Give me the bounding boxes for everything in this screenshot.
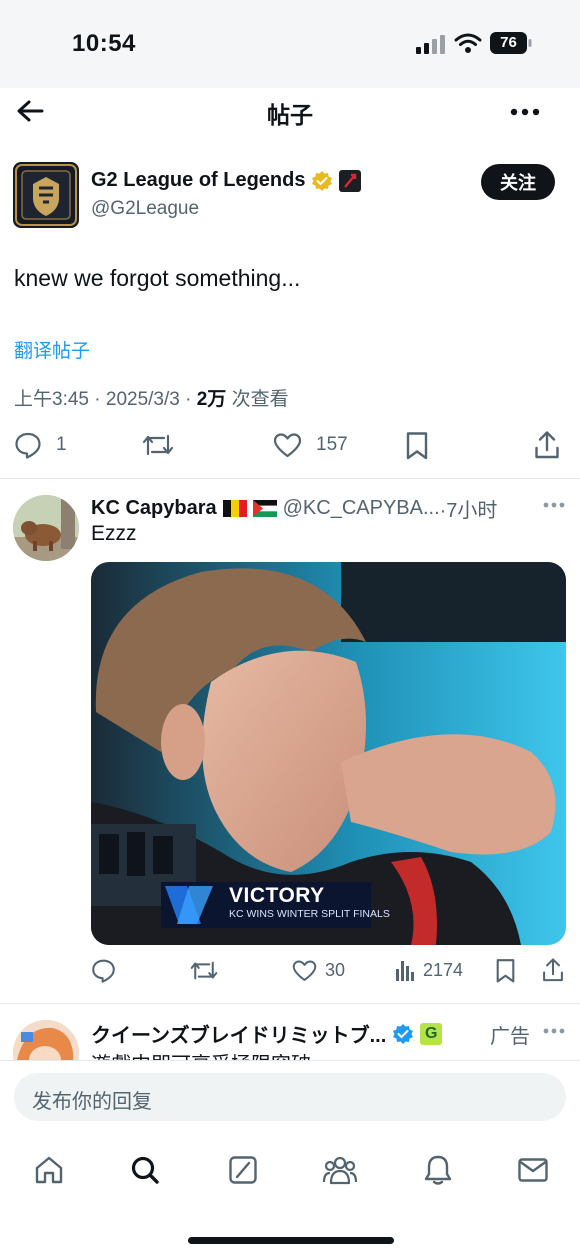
page-title: 帖子 (267, 102, 313, 128)
reply-comment-button[interactable] (91, 958, 116, 983)
divider (0, 478, 580, 479)
reply-icon (14, 431, 42, 459)
reply-repost-button[interactable] (190, 959, 218, 982)
more-options-icon[interactable] (508, 100, 542, 124)
ad-label: 广告 (490, 1026, 530, 1048)
ad-author-name[interactable]: クイーンズブレイドリミットブ... (91, 1019, 386, 1048)
reply-view-count: 2174 (423, 959, 464, 980)
like-button[interactable]: 157 (273, 432, 348, 458)
translate-post-link[interactable]: 翻译帖子 (14, 336, 90, 363)
status-time: 10:54 (72, 30, 136, 57)
like-count: 157 (316, 434, 348, 455)
tab-search[interactable] (126, 1152, 164, 1188)
author-name[interactable]: G2 League of Legends (91, 169, 305, 192)
reply-like-button[interactable]: 30 (292, 959, 345, 982)
reply-author-row: KC Capybara @KC_CAPYBA... ·7小时 (91, 494, 497, 523)
bookmark-icon (405, 431, 429, 461)
battery-icon: 76 (490, 32, 532, 54)
wifi-icon (454, 33, 482, 54)
share-icon (542, 957, 564, 983)
share-icon (534, 430, 560, 460)
reply-count: 1 (56, 434, 67, 455)
mail-icon (517, 1156, 549, 1184)
reply-compose-input[interactable]: 发布你的回复 (14, 1073, 566, 1121)
reply-more-icon[interactable] (542, 500, 566, 510)
verified-gold-icon (311, 170, 333, 192)
compose-placeholder: 发布你的回复 (32, 1091, 152, 1113)
reply-text: Ezzz (91, 522, 137, 545)
post-time[interactable]: 上午3:45 (14, 389, 89, 410)
grok-icon (228, 1155, 258, 1185)
bell-icon (423, 1154, 453, 1186)
victory-overlay-subtitle: KC WINS WINTER SPLIT FINALS (229, 908, 390, 920)
reply-author-name[interactable]: KC Capybara (91, 497, 217, 520)
heart-icon (292, 959, 317, 982)
reply-button[interactable]: 1 (14, 431, 67, 459)
home-icon (33, 1154, 65, 1186)
reply-views-button[interactable]: 2174 (395, 959, 463, 981)
tab-grok[interactable] (224, 1152, 262, 1188)
reply-author-avatar[interactable] (13, 495, 79, 561)
affiliate-badge: G (420, 1022, 443, 1045)
follow-button[interactable]: 关注 (481, 164, 555, 200)
ad-author-row: クイーンズブレイドリミットブ... G (91, 1019, 443, 1048)
author-name-row: G2 League of Legends (91, 169, 362, 192)
author-avatar[interactable] (13, 162, 79, 228)
reply-time[interactable]: ·7小时 (440, 494, 498, 523)
repost-icon (190, 959, 218, 982)
signal-icon (416, 34, 446, 54)
reply-like-count: 30 (325, 960, 346, 980)
verified-blue-icon (392, 1023, 414, 1045)
view-count: 2万 (196, 389, 227, 410)
tab-notifications[interactable] (419, 1152, 457, 1188)
post-text: knew we forgot something... (14, 265, 301, 291)
meta-separator: · (185, 389, 197, 410)
meta-separator: · (94, 389, 106, 410)
affiliate-badge-icon (339, 169, 362, 192)
repost-button[interactable] (142, 432, 174, 458)
bookmark-button[interactable] (405, 431, 429, 461)
share-button[interactable] (534, 430, 560, 460)
author-handle[interactable]: @G2League (91, 198, 199, 220)
ad-more-icon[interactable] (542, 1026, 566, 1036)
tab-messages[interactable] (514, 1152, 552, 1188)
divider (0, 1003, 580, 1004)
search-icon (129, 1154, 161, 1186)
battery-level: 76 (500, 34, 517, 51)
repost-icon (142, 432, 174, 458)
reply-author-handle[interactable]: @KC_CAPYBA... (283, 497, 440, 520)
reply-bookmark-button[interactable] (495, 958, 516, 984)
reply-media-image[interactable]: VICTORY KC WINS WINTER SPLIT FINALS (91, 562, 566, 945)
communities-icon (322, 1155, 358, 1185)
analytics-icon (395, 959, 415, 981)
victory-overlay-title: VICTORY (229, 884, 325, 907)
post-meta: 上午3:45 · 2025/3/3 · 2万 次查看 (14, 384, 289, 411)
reply-share-button[interactable] (542, 957, 564, 983)
belgium-flag-icon (222, 500, 247, 517)
home-indicator (188, 1237, 394, 1244)
heart-icon (273, 432, 302, 458)
reply-icon (91, 958, 116, 983)
bookmark-icon (495, 958, 516, 984)
view-count-label: 次查看 (231, 389, 289, 410)
tab-home[interactable] (30, 1152, 68, 1188)
palestine-flag-icon (252, 500, 277, 517)
tab-communities[interactable] (320, 1152, 360, 1188)
post-date[interactable]: 2025/3/3 (106, 389, 180, 410)
